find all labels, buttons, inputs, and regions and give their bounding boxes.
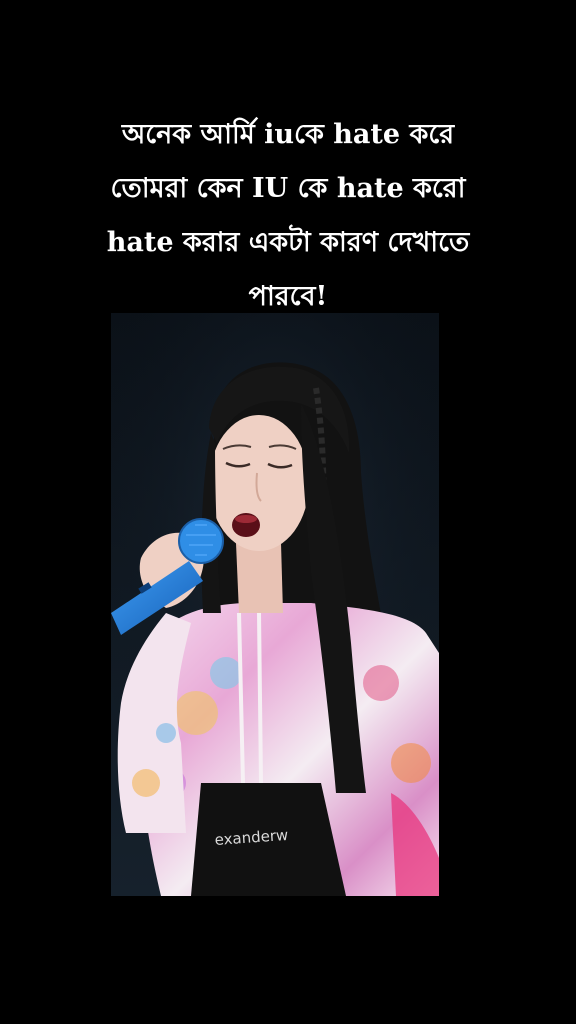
caption-line-1: অনেক আর্মি iuকে hate করে <box>121 119 455 150</box>
singer-performance-image: exanderw <box>111 313 439 896</box>
caption-line-2: তোমরা কেন IU কে hate করো <box>110 173 466 204</box>
video-caption: অনেক আর্মি iuকে hate করে তোমরা কেন IU কে… <box>40 108 536 324</box>
video-player[interactable]: exanderw <box>111 313 439 896</box>
caption-line-3: hate করার একটা কারণ দেখাতে <box>106 227 470 258</box>
